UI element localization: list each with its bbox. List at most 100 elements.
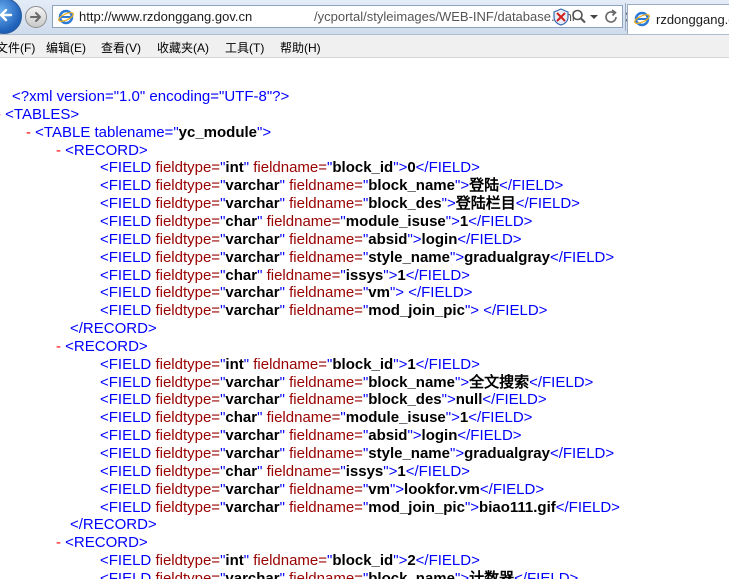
field-close-tag: </FIELD>: [549, 248, 615, 266]
field-line: <FIELD fieldtype="varchar" fieldname="mo…: [100, 499, 620, 517]
field-tag-start: <FIELD: [100, 248, 156, 266]
fieldname-value: block_id: [332, 552, 394, 570]
field-line: <FIELD fieldtype="int" fieldname="block_…: [100, 356, 480, 374]
field-close-tag: </FIELD>: [499, 177, 564, 195]
fieldname-value: style_name: [368, 445, 450, 462]
search-icon[interactable]: [571, 8, 587, 31]
field-text-value: null: [455, 391, 483, 409]
field-close-tag: </FIELD>: [482, 391, 547, 409]
quote: ": [257, 462, 267, 480]
fieldtype-value: char: [225, 266, 258, 284]
field-tag-start: <FIELD: [100, 266, 156, 284]
menu-bar: 文件(F) 编辑(E) 查看(V) 收藏夹(A) 工具(T) 帮助(H): [0, 35, 729, 58]
fieldname-value: issys: [345, 266, 384, 284]
fieldname-value: block_des: [368, 391, 442, 409]
field-text-value: 登陆栏目: [455, 195, 516, 213]
field-tag-start: <FIELD: [100, 212, 156, 230]
back-arrow-icon: [0, 8, 13, 22]
field-line: <FIELD fieldtype="varchar" fieldname="bl…: [100, 177, 563, 195]
field-close-tag: </FIELD>: [457, 427, 522, 445]
fieldname-attr: fieldname=: [289, 480, 363, 498]
quote: ": [279, 230, 290, 248]
tag-end: >: [470, 302, 480, 320]
fieldname-attr: fieldname=: [266, 212, 341, 230]
field-close-tag: </FIELD>: [529, 373, 594, 391]
field-tag-start: <FIELD: [100, 427, 156, 445]
back-button[interactable]: [0, 0, 22, 34]
fieldtype-attr: fieldtype=: [155, 230, 221, 248]
fieldname-attr: fieldname=: [289, 569, 363, 579]
quote: ": [257, 266, 267, 284]
fieldtype-value: int: [225, 159, 244, 177]
fieldname-value: block_id: [332, 159, 394, 177]
fieldtype-value: varchar: [225, 445, 280, 462]
quote: ": [243, 355, 254, 373]
forward-button[interactable]: [25, 6, 47, 28]
field-tag-start: <FIELD: [100, 480, 156, 498]
quote: ": [279, 480, 290, 498]
fieldname-value: absid: [368, 230, 408, 248]
tag-end: >: [395, 284, 405, 302]
field-line: <FIELD fieldtype="varchar" fieldname="bl…: [100, 195, 580, 213]
fieldtype-value: char: [225, 409, 258, 427]
tag-end: >: [395, 480, 405, 498]
field-tag-start: <FIELD: [100, 195, 156, 213]
collapse-toggle[interactable]: -: [56, 338, 65, 355]
tab-separator: [625, 3, 626, 31]
menu-tools[interactable]: 工具(T): [225, 39, 264, 56]
tag-end: >: [460, 373, 470, 391]
field-tag-start: <FIELD: [100, 159, 156, 177]
tag-end: >: [470, 498, 480, 516]
security-shield-icon[interactable]: [553, 8, 569, 31]
field-text-value: gradualgray: [464, 248, 550, 266]
field-tag-start: <FIELD: [100, 355, 156, 373]
field-tag-start: <FIELD: [100, 230, 156, 248]
dropdown-arrow-icon[interactable]: [589, 8, 599, 31]
fieldname-value: block_name: [368, 373, 455, 391]
field-close-tag: </FIELD>: [415, 159, 480, 177]
quote: ": [279, 284, 290, 302]
menu-edit[interactable]: 编辑(E): [46, 39, 86, 56]
menu-file[interactable]: 文件(F): [0, 39, 35, 56]
field-tag-start: <FIELD: [100, 569, 156, 579]
fieldtype-value: varchar: [225, 391, 280, 409]
field-text-value: lookfor.vm: [404, 480, 480, 498]
menu-favorites[interactable]: 收藏夹(A): [157, 39, 209, 56]
field-close-tag: </FIELD>: [408, 284, 473, 302]
quote: ": [279, 373, 290, 391]
fieldtype-value: varchar: [225, 248, 280, 266]
field-line: <FIELD fieldtype="char" fieldname="issys…: [100, 267, 470, 285]
field-close-tag: </FIELD>: [415, 552, 480, 570]
quote: ": [279, 391, 290, 409]
menu-help[interactable]: 帮助(H): [280, 39, 321, 56]
field-text-value: login: [421, 427, 458, 445]
fieldtype-attr: fieldtype=: [155, 355, 221, 373]
url-host-text: http://www.rzdonggang.gov.cn: [79, 9, 253, 24]
fieldname-attr: fieldname=: [289, 427, 363, 445]
fieldname-value: style_name: [368, 248, 450, 266]
fieldname-attr: fieldname=: [266, 409, 341, 427]
fieldname-attr: fieldname=: [289, 445, 363, 462]
field-tag-start: <FIELD: [100, 284, 156, 302]
record-close: </RECORD>: [70, 320, 157, 338]
fieldtype-attr: fieldtype=: [155, 302, 221, 320]
fieldname-attr: fieldname=: [253, 159, 328, 177]
collapse-toggle[interactable]: -: [56, 142, 65, 159]
fieldtype-attr: fieldtype=: [155, 480, 221, 498]
address-bar[interactable]: http://www.rzdonggang.gov.cn /ycportal/s…: [52, 5, 635, 31]
refresh-icon[interactable]: [603, 8, 619, 31]
quote: ": [257, 212, 267, 230]
field-tag-start: <FIELD: [100, 498, 156, 516]
fieldtype-value: char: [225, 212, 258, 230]
field-tag-start: <FIELD: [100, 552, 156, 570]
tab-rzdonggang[interactable]: rzdonggang.g: [627, 4, 729, 34]
collapse-toggle[interactable]: -: [56, 534, 65, 551]
collapse-toggle[interactable]: -: [26, 124, 35, 141]
record-open-tag: - <RECORD>: [56, 534, 148, 552]
fieldname-attr: fieldname=: [266, 266, 341, 284]
fieldname-value: mod_join_pic: [368, 498, 465, 516]
field-text-value: 登陆: [469, 177, 500, 195]
menu-view[interactable]: 查看(V): [101, 39, 141, 56]
field-line: <FIELD fieldtype="int" fieldname="block_…: [100, 159, 480, 177]
field-close-tag: </FIELD>: [405, 462, 470, 480]
